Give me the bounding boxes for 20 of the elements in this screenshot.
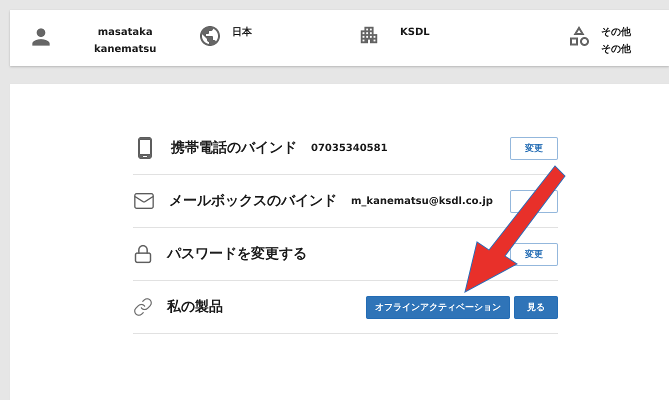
row-value: 07035340581	[311, 142, 388, 154]
change-button[interactable]: 変更	[510, 136, 558, 160]
row-label: メールボックスのバインド	[169, 192, 337, 210]
row-value: m_kanematsu@ksdl.co.jp	[351, 196, 493, 206]
action-button[interactable]: オフラインアクティベーション	[366, 296, 510, 318]
row-label: 私の製品	[167, 298, 223, 316]
link-icon	[133, 297, 153, 317]
building-icon	[358, 24, 380, 46]
other-label: その他 その他	[601, 26, 631, 57]
row-label: パスワードを変更する	[167, 245, 307, 263]
globe-icon	[198, 24, 222, 48]
action-button[interactable]: 見る	[514, 296, 558, 318]
country-label: 日本	[232, 26, 252, 40]
change-button[interactable]: 変更	[510, 242, 558, 266]
company-label: KSDL	[400, 26, 430, 40]
lock-icon	[133, 244, 153, 264]
mail-icon	[133, 190, 155, 212]
row-label: 携帯電話のバインド	[171, 139, 297, 157]
category-icon	[567, 24, 591, 48]
user-name: masataka kanematsu	[94, 26, 156, 57]
